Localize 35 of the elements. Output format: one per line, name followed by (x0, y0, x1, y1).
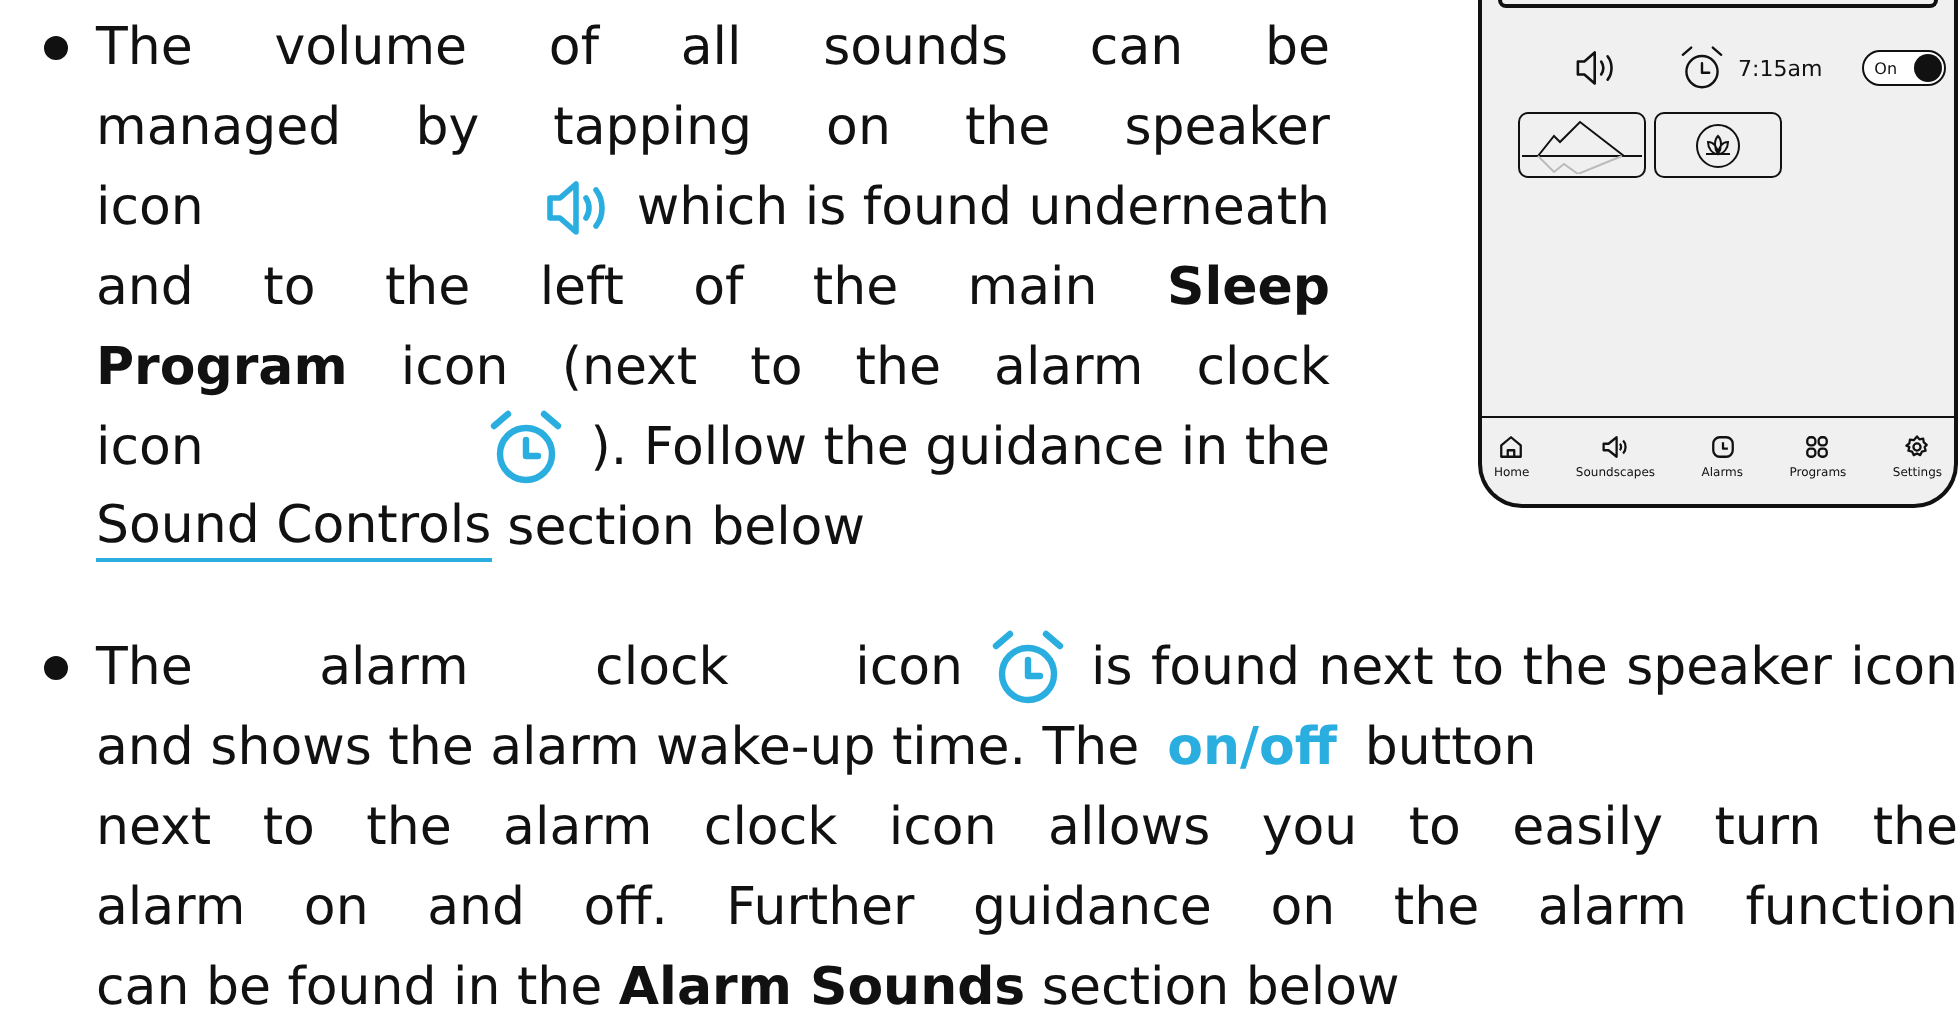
alarm-clock-icon (987, 628, 1067, 708)
home-icon (1498, 434, 1525, 460)
body-text: Program icon (next to the alarm clock (96, 336, 1330, 402)
grid-icon (1804, 434, 1831, 460)
body-text: which is found underneath (636, 176, 1330, 242)
body-text: The volume of all sounds can be (96, 16, 1330, 82)
body-text: alarm on and off. Further guidance on the alarm function (96, 876, 1958, 942)
bullet-dot (44, 656, 68, 680)
speaker-icon (1574, 46, 1618, 90)
clock-icon (1709, 434, 1736, 460)
settings-icon (1904, 434, 1931, 460)
body-text: ). Follow the guidance in the (590, 416, 1330, 482)
body-text: managed by tapping on the speaker (96, 96, 1330, 162)
mountain-icon (1522, 116, 1642, 174)
section-link[interactable]: Sound Controls (96, 494, 492, 562)
body-text: can be found in the Alarm Sounds section below (96, 956, 1400, 1022)
body-text: icon (96, 416, 206, 482)
alarm-time: 7:15am (1738, 55, 1823, 81)
meditation-tile[interactable] (1654, 112, 1782, 178)
body-text: and shows the alarm wake-up time. The (96, 716, 1140, 782)
alarm-toggle[interactable]: On (1862, 50, 1947, 86)
alarm-clock-icon (1678, 44, 1726, 92)
highlighted-term: on/off (1167, 716, 1337, 782)
body-text: The alarm clock icon (96, 636, 963, 702)
body-text: section below (507, 496, 865, 562)
body-text: button (1364, 716, 1539, 782)
body-text: icon (96, 176, 206, 242)
body-text: is found next to the speaker icon (1091, 636, 1958, 702)
body-text: and to the left of the main Sleep (96, 256, 1330, 322)
speaker-icon (1602, 434, 1629, 460)
bullet-dot (44, 36, 68, 60)
landscape-tile[interactable] (1518, 112, 1646, 178)
body-text: next to the alarm clock icon allows you to easily turn the (96, 796, 1958, 862)
lotus-icon (1694, 121, 1742, 169)
alarm-clock-icon (486, 408, 567, 488)
